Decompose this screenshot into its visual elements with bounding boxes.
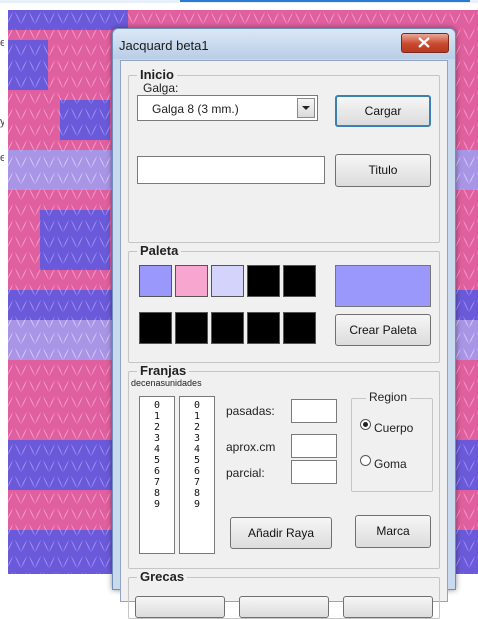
unidades-item[interactable]: 9 xyxy=(180,499,214,510)
unidades-item[interactable]: 8 xyxy=(180,488,214,499)
palette-swatch[interactable] xyxy=(139,312,172,344)
cargar-button[interactable]: Cargar xyxy=(335,95,431,127)
goma-radio[interactable] xyxy=(360,455,371,466)
palette-preview-swatch[interactable] xyxy=(335,265,431,307)
unidades-label: unidades xyxy=(165,378,202,388)
cuerpo-radio[interactable] xyxy=(360,419,371,430)
palette-swatch[interactable] xyxy=(283,265,316,297)
anadir-raya-button[interactable]: Añadir Raya xyxy=(230,517,332,549)
palette-swatch[interactable] xyxy=(247,265,280,297)
paleta-group: Paleta Crear Paleta xyxy=(128,243,440,363)
unidades-item[interactable]: 0 xyxy=(180,400,214,411)
galga-select[interactable]: Galga 8 (3 mm.) xyxy=(137,95,318,121)
goma-label: Goma xyxy=(374,457,407,471)
decenas-label: decenas xyxy=(131,378,166,388)
dropdown-button[interactable] xyxy=(297,98,315,118)
title-bar[interactable]: Jacquard beta1 xyxy=(113,29,455,59)
cuerpo-label: Cuerpo xyxy=(374,421,414,435)
palette-swatch[interactable] xyxy=(211,312,244,344)
decenas-item[interactable]: 4 xyxy=(140,444,174,455)
franjas-legend: Franjas xyxy=(137,363,190,378)
decenas-item[interactable]: 0 xyxy=(140,400,174,411)
galga-label: Galga: xyxy=(143,81,179,95)
decenas-item[interactable]: 8 xyxy=(140,488,174,499)
crear-paleta-button[interactable]: Crear Paleta xyxy=(335,314,431,346)
palette-swatch[interactable] xyxy=(247,312,280,344)
aprox-cm-label: aprox.cm xyxy=(226,440,276,454)
palette-swatch[interactable] xyxy=(175,265,208,297)
unidades-item[interactable]: 2 xyxy=(180,422,214,433)
marca-button[interactable]: Marca xyxy=(355,515,431,548)
grecas-button-3[interactable] xyxy=(343,596,433,618)
grecas-legend: Grecas xyxy=(137,569,188,584)
grecas-button-2[interactable] xyxy=(239,596,329,618)
unidades-list[interactable]: 0123456789 xyxy=(179,396,215,554)
window-title: Jacquard beta1 xyxy=(119,38,209,53)
decenas-item[interactable]: 3 xyxy=(140,433,174,444)
parcial-input[interactable] xyxy=(291,460,337,484)
decenas-list[interactable]: 0123456789 xyxy=(139,396,175,554)
unidades-item[interactable]: 4 xyxy=(180,444,214,455)
unidades-item[interactable]: 5 xyxy=(180,455,214,466)
dialog-body: Inicio Galga: Galga 8 (3 mm.) Cargar Tit… xyxy=(120,60,448,619)
close-icon xyxy=(418,37,430,48)
grecas-button-1[interactable] xyxy=(135,596,225,618)
decenas-item[interactable]: 7 xyxy=(140,477,174,488)
decenas-item[interactable]: 1 xyxy=(140,411,174,422)
close-button[interactable] xyxy=(401,33,449,53)
palette-swatch[interactable] xyxy=(211,265,244,297)
jacquard-dialog: Jacquard beta1 Inicio Galga: Galga 8 (3 … xyxy=(112,28,456,619)
column-headers: decenasunidades xyxy=(131,378,202,388)
galga-value: Galga 8 (3 mm.) xyxy=(152,102,239,116)
decenas-item[interactable]: 2 xyxy=(140,422,174,433)
palette-swatch[interactable] xyxy=(175,312,208,344)
chevron-down-icon xyxy=(302,106,310,110)
unidades-item[interactable]: 6 xyxy=(180,466,214,477)
franjas-group: Franjas decenasunidades 0123456789 01234… xyxy=(128,363,440,569)
palette-swatch[interactable] xyxy=(283,312,316,344)
region-group: Region Cuerpo Goma xyxy=(351,390,433,492)
decenas-item[interactable]: 5 xyxy=(140,455,174,466)
top-accent-line xyxy=(180,0,470,2)
titulo-input[interactable] xyxy=(137,156,325,184)
palette-swatch[interactable] xyxy=(139,265,172,297)
decenas-item[interactable]: 6 xyxy=(140,466,174,477)
paleta-legend: Paleta xyxy=(137,243,182,258)
unidades-item[interactable]: 1 xyxy=(180,411,214,422)
decenas-item[interactable]: 9 xyxy=(140,499,174,510)
region-legend: Region xyxy=(366,390,411,404)
titulo-button[interactable]: Titulo xyxy=(335,154,431,187)
unidades-item[interactable]: 3 xyxy=(180,433,214,444)
pasadas-label: pasadas: xyxy=(226,404,275,418)
parcial-label: parcial: xyxy=(226,466,265,480)
aprox-cm-input[interactable] xyxy=(291,434,337,458)
grecas-group: Grecas xyxy=(128,569,440,619)
unidades-item[interactable]: 7 xyxy=(180,477,214,488)
pasadas-input[interactable] xyxy=(291,399,337,423)
inicio-group: Inicio Galga: Galga 8 (3 mm.) Cargar Tit… xyxy=(128,67,440,243)
inicio-legend: Inicio xyxy=(137,67,177,82)
